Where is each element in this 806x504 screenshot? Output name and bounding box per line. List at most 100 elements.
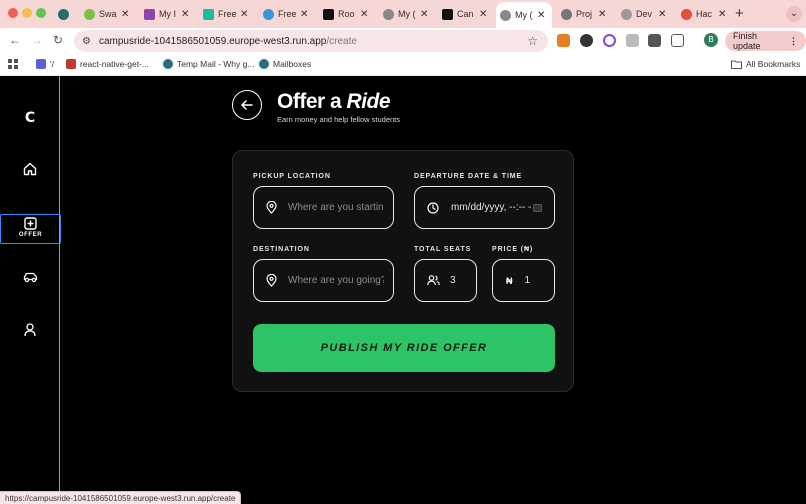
clock-icon (427, 201, 439, 214)
tab-favicon-icon (681, 8, 692, 20)
address-bar[interactable]: ⚙ campusride-1041586501059.europe-west3.… (74, 30, 548, 52)
bookmark-item[interactable]: Mailboxes (259, 59, 311, 69)
browser-tab-bar: Swa ✕ My I ✕ Free ✕ Free ✕ Roo ✕ My (✕ Can ✕ M… (0, 0, 806, 28)
tab-favicon-icon (442, 8, 453, 20)
tab-favicon-icon (263, 8, 274, 20)
app-root: C OFFER Offer a Ride Earn money and help… (0, 76, 806, 504)
browser-tab[interactable]: Free ✕ (199, 4, 252, 24)
extension-icon[interactable] (648, 34, 661, 47)
browser-tab-active[interactable]: My (✕ (496, 2, 552, 28)
pickup-location-label: PICKUP LOCATION (253, 173, 331, 180)
browser-tab[interactable]: Dev ✕ (617, 4, 670, 24)
bookmarks-bar: '/ react-native-get-... Temp Mail - Why … (0, 54, 806, 76)
tab-search-chevron-icon[interactable]: ⌄ (786, 6, 802, 22)
tab-close-icon[interactable]: ✕ (121, 9, 129, 20)
screenshot-extension-icon[interactable] (626, 34, 639, 47)
page-subtitle: Earn money and help fellow students (277, 115, 400, 124)
tab-close-icon[interactable]: ✕ (420, 9, 428, 20)
plus-square-icon (24, 217, 37, 230)
window-close-button[interactable] (8, 8, 18, 18)
users-icon (427, 275, 440, 286)
browser-tab[interactable]: Can ✕ (438, 4, 491, 24)
map-pin-icon (266, 274, 277, 287)
app-logo[interactable]: C (0, 110, 60, 126)
tab-close-icon[interactable]: ✕ (300, 9, 308, 20)
tab-close-icon[interactable]: ✕ (479, 9, 487, 20)
browser-tab[interactable]: Free ✕ (259, 4, 312, 24)
pinned-tab[interactable] (54, 4, 77, 24)
browser-tab[interactable]: Hac ✕ (677, 4, 730, 24)
site-settings-icon[interactable]: ⚙ (82, 36, 91, 47)
browser-tab[interactable]: Roo ✕ (319, 4, 372, 24)
price-input[interactable]: ₦ 1 (492, 259, 555, 302)
browser-tab[interactable]: Swa ✕ (80, 4, 133, 24)
destination-label: DESTINATION (253, 246, 310, 253)
extension-icon[interactable] (603, 34, 616, 47)
reload-icon[interactable]: ↻ (53, 33, 63, 47)
tab-close-icon[interactable]: ✕ (658, 9, 666, 20)
bookmark-favicon-icon (163, 59, 173, 69)
tab-close-icon[interactable]: ✕ (360, 9, 368, 20)
bookmark-item[interactable]: react-native-get-... (66, 59, 149, 69)
sidebar-item-home[interactable] (0, 162, 60, 176)
bookmark-favicon-icon (36, 59, 46, 69)
bookmark-favicon-icon (259, 59, 269, 69)
tab-favicon-icon (383, 8, 394, 20)
tab-favicon-icon (621, 8, 632, 20)
bookmark-item[interactable]: '/ (36, 59, 54, 69)
sidebar-item-label: OFFER (18, 232, 43, 238)
more-menu-icon[interactable]: ⋮ (789, 36, 798, 47)
page-title: Offer a Ride (277, 90, 391, 113)
sidebar-item-offer[interactable]: OFFER (0, 214, 61, 244)
browser-tab[interactable]: My I ✕ (140, 4, 193, 24)
car-icon (23, 272, 37, 283)
tab-favicon-icon (84, 8, 95, 20)
tab-close-icon[interactable]: ✕ (598, 9, 606, 20)
map-pin-icon (266, 201, 277, 214)
extensions-puzzle-icon[interactable] (671, 34, 684, 47)
tab-close-icon[interactable]: ✕ (537, 10, 545, 21)
tab-close-icon[interactable]: ✕ (181, 9, 189, 20)
browser-toolbar: ← → ↻ ⚙ campusride-1041586501059.europe-… (0, 28, 806, 54)
forward-arrow-icon[interactable]: → (31, 33, 43, 47)
naira-currency-icon: ₦ (506, 275, 513, 286)
browser-tab[interactable]: Proj ✕ (557, 4, 610, 24)
pickup-location-input[interactable]: Where are you starting? (253, 186, 394, 229)
profile-avatar[interactable]: B (704, 33, 718, 47)
publish-ride-offer-button[interactable]: PUBLISH MY RIDE OFFER (253, 324, 555, 372)
bookmark-item[interactable]: Temp Mail - Why g... (163, 59, 254, 69)
bookmark-star-icon[interactable]: ☆ (527, 34, 538, 48)
sidebar-nav: C OFFER (0, 76, 61, 504)
offer-ride-form: PICKUP LOCATION Where are you starting? … (232, 150, 574, 392)
arrow-left-icon (241, 100, 253, 110)
back-arrow-icon[interactable]: ← (9, 33, 21, 47)
departure-datetime-input[interactable]: mm/dd/yyyy, --:-- -- (414, 186, 555, 229)
browser-tab[interactable]: My (✕ (379, 4, 432, 24)
total-seats-label: TOTAL SEATS (414, 246, 472, 253)
window-minimize-button[interactable] (22, 8, 32, 18)
tab-close-icon[interactable]: ✕ (718, 9, 726, 20)
metamask-extension-icon[interactable] (557, 34, 570, 47)
destination-input[interactable]: Where are you going? (253, 259, 394, 302)
pinned-tab-favicon-icon (58, 8, 69, 20)
tab-close-icon[interactable]: ✕ (240, 9, 248, 20)
finish-update-button[interactable]: Finish update ⋮ (725, 31, 806, 51)
departure-label: DEPARTURE DATE & TIME (414, 173, 523, 180)
total-seats-input[interactable]: 3 (414, 259, 477, 302)
address-url: campusride-1041586501059.europe-west3.ru… (98, 35, 357, 47)
price-label: PRICE (₦) (492, 246, 534, 253)
back-button[interactable] (232, 90, 262, 120)
tab-favicon-icon (561, 8, 572, 20)
sidebar-item-rides[interactable] (0, 272, 60, 283)
all-bookmarks-button[interactable]: All Bookmarks (731, 59, 800, 69)
new-tab-plus-icon[interactable]: + (735, 5, 744, 22)
link-status-bar: https://campusride-1041586501059.europe-… (0, 491, 242, 504)
calendar-icon[interactable] (533, 203, 542, 212)
tab-favicon-icon (500, 9, 511, 21)
window-zoom-button[interactable] (36, 8, 46, 18)
bookmark-favicon-icon (66, 59, 76, 69)
sidebar-item-profile[interactable] (0, 323, 60, 337)
tab-favicon-icon (144, 8, 155, 20)
extension-icon[interactable] (580, 34, 593, 47)
apps-grid-icon[interactable] (8, 59, 18, 69)
